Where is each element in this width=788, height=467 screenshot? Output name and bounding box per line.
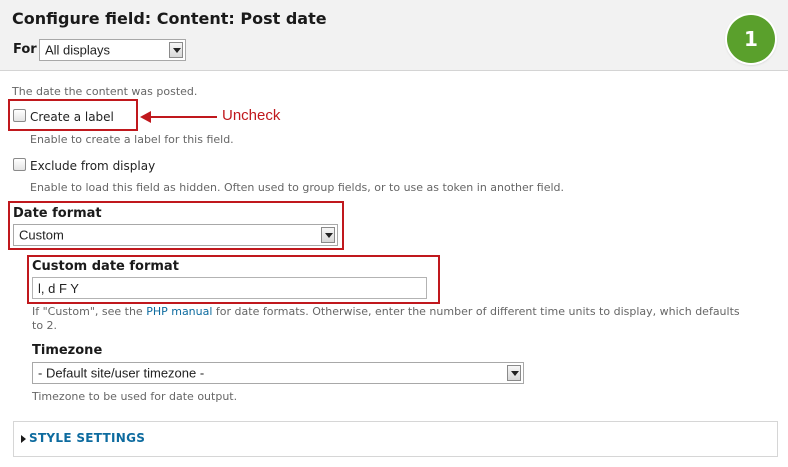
- for-label: For: [13, 42, 37, 57]
- exclude-display-label: Exclude from display: [30, 159, 156, 173]
- custom-date-format-input[interactable]: [32, 277, 427, 299]
- create-label-label: Create a label: [30, 110, 114, 124]
- field-description: The date the content was posted.: [12, 85, 198, 98]
- dialog-title: Configure field: Content: Post date: [12, 9, 327, 28]
- triangle-right-icon: [21, 435, 26, 443]
- for-display-value: All displays: [45, 42, 111, 58]
- custom-date-format-help-line2: to 2.: [32, 319, 58, 332]
- timezone-value: - Default site/user timezone -: [38, 365, 205, 381]
- custom-date-format-help-before: If "Custom", see the: [32, 305, 147, 318]
- timezone-label: Timezone: [32, 343, 103, 358]
- chevron-down-icon: [507, 365, 521, 381]
- for-display-select[interactable]: All displays: [39, 39, 186, 61]
- exclude-display-help: Enable to load this field as hidden. Oft…: [30, 181, 565, 194]
- custom-date-format-help-after: for date formats. Otherwise, enter the n…: [212, 305, 740, 318]
- annotation-uncheck: Uncheck: [222, 107, 281, 124]
- create-label-help: Enable to create a label for this field.: [30, 133, 234, 146]
- create-label-checkbox[interactable]: [13, 109, 26, 122]
- timezone-help: Timezone to be used for date output.: [32, 390, 238, 403]
- step-badge: 1: [727, 15, 775, 63]
- custom-date-format-label: Custom date format: [32, 259, 179, 274]
- timezone-select[interactable]: - Default site/user timezone -: [32, 362, 524, 384]
- date-format-label: Date format: [13, 206, 102, 221]
- annotation-arrow-line: [150, 116, 217, 118]
- chevron-down-icon: [169, 42, 183, 58]
- exclude-display-checkbox[interactable]: [13, 158, 26, 171]
- arrow-left-icon: [140, 111, 151, 123]
- style-settings-toggle[interactable]: STYLE SETTINGS: [29, 431, 145, 445]
- custom-date-format-help: If "Custom", see the PHP manual for date…: [32, 305, 740, 318]
- chevron-down-icon: [321, 227, 335, 243]
- style-settings-fieldset[interactable]: STYLE SETTINGS: [13, 421, 778, 457]
- dialog-header: Configure field: Content: Post date For …: [0, 0, 788, 71]
- date-format-value: Custom: [19, 227, 64, 243]
- php-manual-link[interactable]: PHP manual: [146, 305, 212, 318]
- date-format-select[interactable]: Custom: [13, 224, 338, 246]
